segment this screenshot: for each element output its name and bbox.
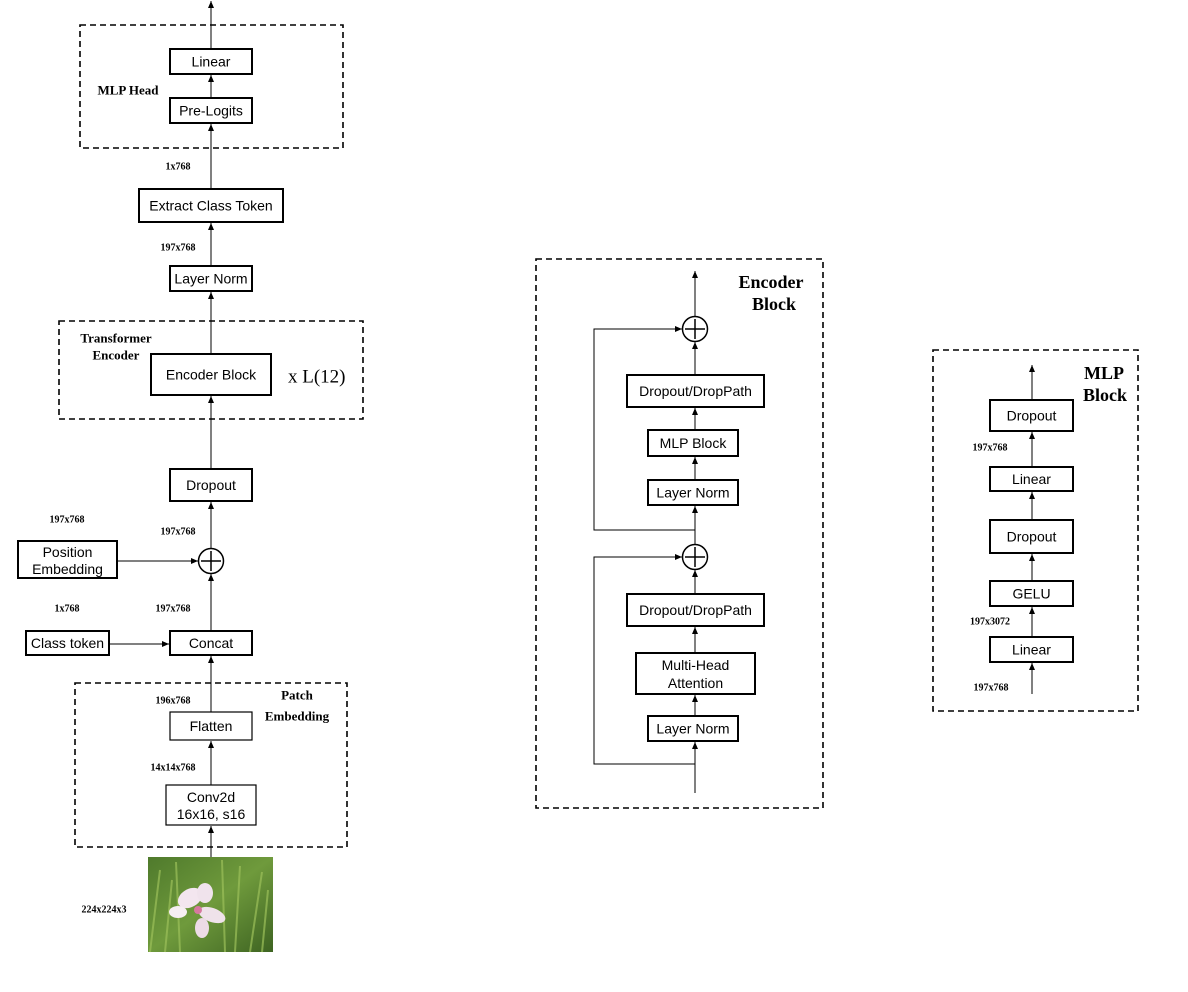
transformer-encoder-label: Transformer	[80, 331, 151, 346]
pre-logits-label: Pre-Logits	[179, 103, 243, 119]
dim-label: 1x768	[166, 162, 191, 173]
class-token-label: Class token	[31, 635, 104, 651]
transformer-encoder-label: Encoder	[93, 348, 140, 363]
patch-embedding-label: Embedding	[265, 709, 330, 724]
linear-label: Linear	[192, 54, 231, 70]
encoder-block-detail: Encoder Block Dropout/DropPath MLP Block…	[535, 258, 824, 809]
vit-pipeline: MLP Head Linear Pre-Logits 1x768 Extract…	[17, 1, 364, 953]
dim-label: 196x768	[156, 696, 191, 707]
dim-label: 197x768	[974, 683, 1009, 694]
dim-label: 1x768	[55, 604, 80, 615]
extract-class-token-label: Extract Class Token	[149, 198, 272, 214]
add-icon	[681, 543, 709, 571]
dim-label: 197x3072	[970, 617, 1010, 628]
dim-label: 197x768	[161, 243, 196, 254]
dropout-droppath-label: Dropout/DropPath	[639, 383, 752, 399]
conv2d-params-label: 16x16, s16	[177, 806, 246, 822]
mlp-block-title: MLP	[1084, 363, 1124, 383]
dropout-droppath-label: Dropout/DropPath	[639, 602, 752, 618]
repeat-count-label: x L(12)	[288, 367, 346, 388]
patch-embedding-label: Patch	[281, 688, 314, 703]
encoder-block-title: Block	[752, 294, 796, 314]
dim-label: 224x224x3	[82, 905, 127, 916]
layer-norm-label: Layer Norm	[656, 485, 729, 501]
mlp-block-title: Block	[1083, 385, 1127, 405]
layer-norm-label: Layer Norm	[656, 721, 729, 737]
position-embedding-label: Embedding	[32, 561, 103, 577]
dropout-label: Dropout	[186, 477, 236, 493]
encoder-block-label: Encoder Block	[166, 367, 257, 383]
multi-head-attention-label: Multi-Head	[662, 657, 730, 673]
conv2d-label: Conv2d	[187, 789, 235, 805]
linear-label: Linear	[1012, 471, 1051, 487]
mlp-head-label: MLP Head	[97, 83, 159, 98]
dropout-label: Dropout	[1007, 529, 1057, 545]
encoder-block-title: Encoder	[739, 272, 804, 292]
dim-label: 197x768	[156, 604, 191, 615]
input-image-flower	[148, 857, 273, 953]
add-icon	[681, 315, 709, 343]
position-embedding-label: Position	[43, 544, 93, 560]
dim-label: 197x768	[973, 443, 1008, 454]
concat-label: Concat	[189, 635, 233, 651]
dim-label: 197x768	[50, 515, 85, 526]
vit-architecture-diagram: MLP Head Linear Pre-Logits 1x768 Extract…	[17, 1, 1139, 953]
dim-label: 14x14x768	[151, 763, 196, 774]
layer-norm-label: Layer Norm	[174, 271, 247, 287]
linear-label: Linear	[1012, 642, 1051, 658]
flatten-label: Flatten	[190, 718, 233, 734]
add-icon	[197, 547, 225, 575]
gelu-label: GELU	[1012, 586, 1050, 602]
multi-head-attention-label: Attention	[668, 675, 723, 691]
dropout-label: Dropout	[1007, 408, 1057, 424]
mlp-block-label: MLP Block	[660, 435, 728, 451]
mlp-block-detail: MLP Block Dropout 197x768 Linear Dropout…	[932, 349, 1139, 712]
dim-label: 197x768	[161, 527, 196, 538]
